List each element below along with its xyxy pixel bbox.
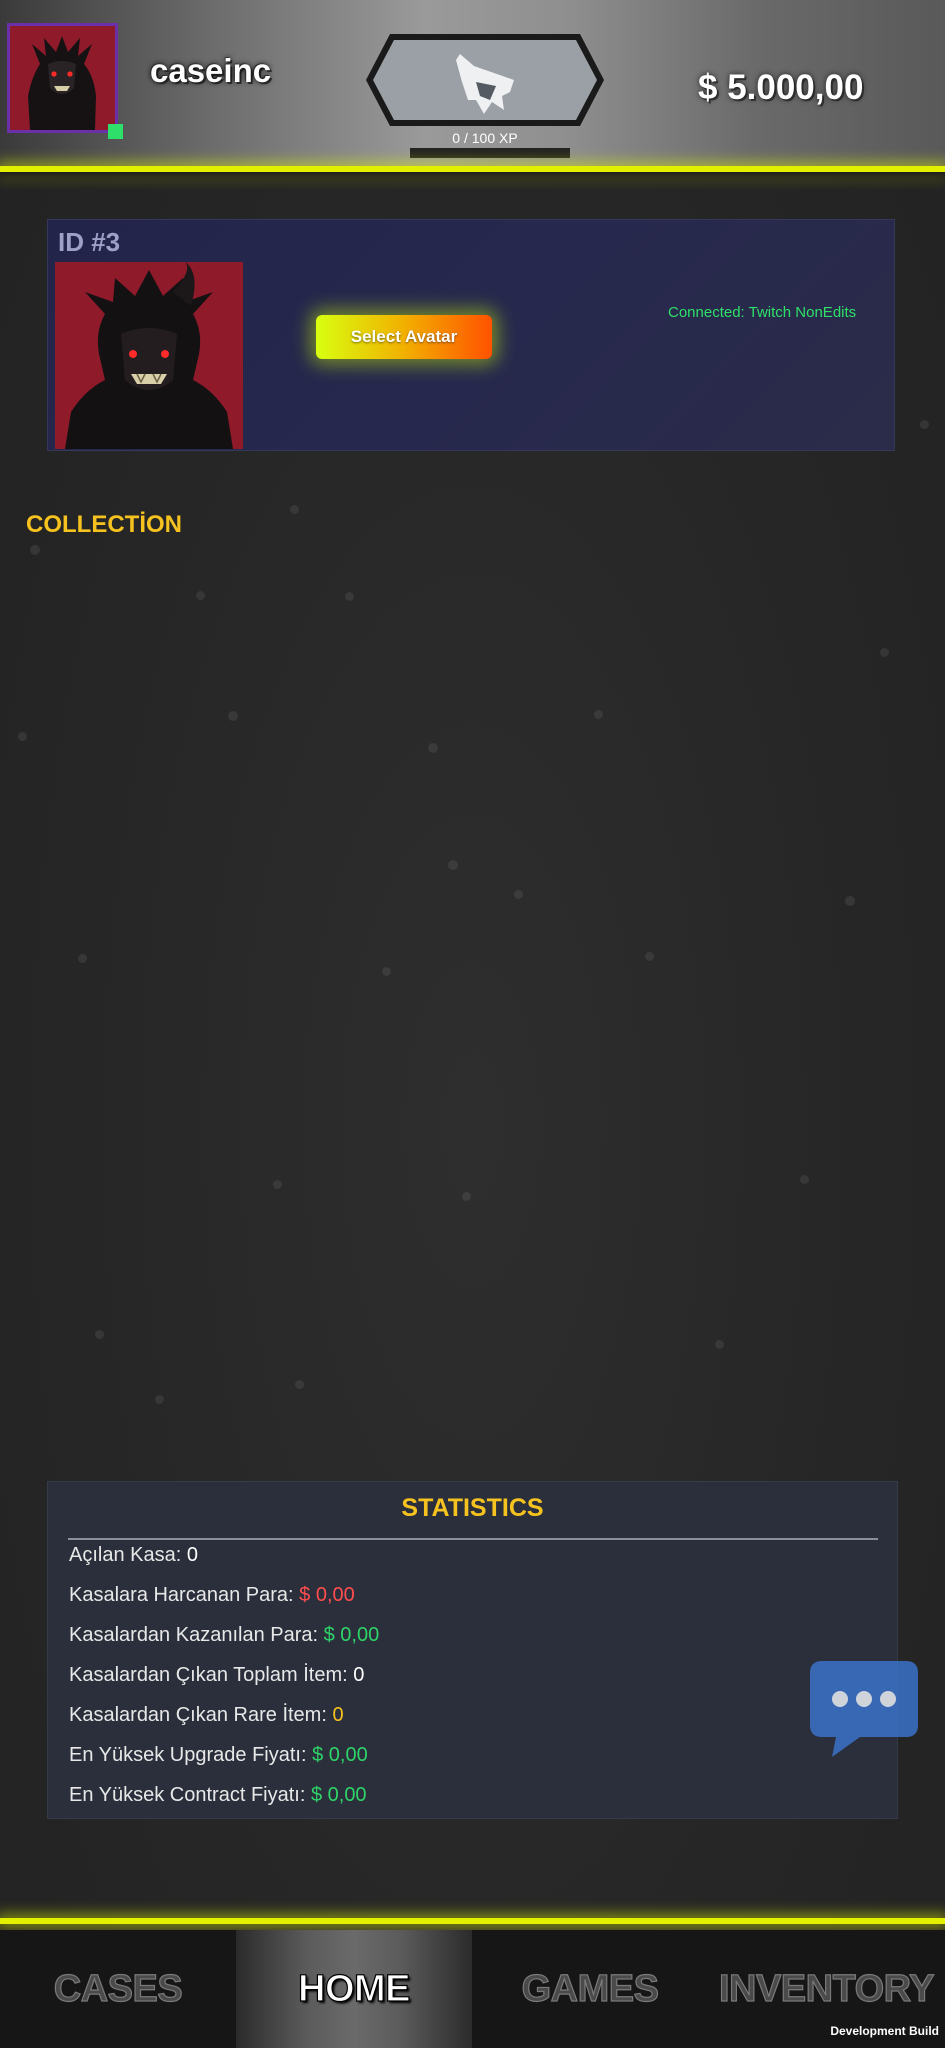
dust-particle: [228, 711, 238, 721]
chat-button[interactable]: [808, 1659, 920, 1759]
nav-divider: [0, 1918, 945, 1924]
development-build-label: Development Build: [830, 2024, 939, 2038]
dust-particle: [462, 1192, 471, 1201]
username: caseinc: [150, 52, 272, 89]
dust-particle: [800, 1175, 809, 1184]
wolf-rank-icon: [366, 34, 604, 126]
stat-label: En Yüksek Contract Fiyatı:: [69, 1784, 311, 1806]
stat-highest-contract: En Yüksek Contract Fiyatı: $ 0,00: [69, 1784, 367, 1807]
statistics-panel: STATISTICS Açılan Kasa: 0 Kasalara Harca…: [47, 1481, 898, 1819]
dust-particle: [845, 896, 855, 906]
statistics-divider: [68, 1538, 878, 1540]
dust-particle: [715, 1340, 724, 1349]
demon-avatar-icon: [55, 262, 243, 449]
stat-label: Kasalardan Kazanılan Para:: [69, 1624, 324, 1646]
user-avatar[interactable]: [7, 23, 118, 133]
dust-particle: [18, 732, 27, 741]
dust-particle: [95, 1330, 104, 1339]
stat-label: Açılan Kasa:: [69, 1544, 187, 1566]
stat-money-spent: Kasalara Harcanan Para: $ 0,00: [69, 1584, 355, 1607]
stat-value: $ 0,00: [312, 1744, 368, 1766]
dust-particle: [645, 952, 654, 961]
stat-value: 0: [353, 1664, 365, 1686]
stat-value: $ 0,00: [299, 1584, 355, 1606]
dust-particle: [30, 545, 40, 555]
nav-tab-cases[interactable]: CASES: [0, 1930, 236, 2048]
stat-label: En Yüksek Upgrade Fiyatı:: [69, 1744, 313, 1766]
nav-tab-games[interactable]: GAMES: [472, 1930, 708, 2048]
header-shadow: [0, 172, 945, 186]
stat-label: Kasalardan Çıkan Rare İtem:: [69, 1704, 333, 1726]
demon-avatar-icon: [10, 26, 115, 130]
dust-particle: [594, 710, 603, 719]
dust-particle: [514, 890, 523, 899]
chat-bubble-icon: [810, 1661, 918, 1757]
dust-particle: [428, 743, 438, 753]
xp-label: 0 / 100 XP: [452, 130, 518, 146]
online-status-indicator: [108, 124, 123, 139]
select-avatar-button[interactable]: Select Avatar: [316, 315, 492, 359]
balance: $ 5.000,00: [698, 68, 864, 107]
dust-particle: [290, 505, 299, 514]
dust-particle: [273, 1180, 282, 1189]
collection-title: COLLECTİON: [26, 511, 182, 538]
dust-particle: [448, 860, 458, 870]
rank-badge[interactable]: [364, 30, 606, 130]
stat-value: $ 0,00: [323, 1624, 380, 1646]
xp-progress-bar: [410, 148, 570, 158]
stat-value: 0: [332, 1704, 344, 1726]
dust-particle: [196, 591, 205, 600]
stat-money-won: Kasalardan Kazanılan Para: $ 0,00: [69, 1624, 379, 1647]
profile-avatar: [55, 262, 243, 449]
home-screen: caseinc 0 / 100 XP $ 5.000,00 ID #3 Sele…: [0, 0, 945, 2048]
statistics-title: STATISTICS: [401, 1494, 544, 1522]
bottom-nav: CASES HOME GAMES INVENTORY Development B…: [0, 1930, 945, 2048]
dust-particle: [155, 1395, 164, 1404]
dust-particle: [295, 1380, 304, 1389]
profile-id: ID #3: [58, 227, 121, 257]
connection-status: Connected: Twitch NonEdits: [668, 304, 857, 321]
dust-particle: [382, 967, 391, 976]
dust-particle: [78, 954, 87, 963]
stat-highest-upgrade: En Yüksek Upgrade Fiyatı: $ 0,00: [69, 1744, 368, 1767]
nav-tab-home[interactable]: HOME: [236, 1930, 472, 2048]
dust-particle: [920, 420, 929, 429]
stat-label: Kasalara Harcanan Para:: [69, 1584, 300, 1606]
stat-rare-items: Kasalardan Çıkan Rare İtem: 0: [69, 1704, 344, 1727]
stat-total-items: Kasalardan Çıkan Toplam İtem: 0: [69, 1664, 364, 1687]
dust-particle: [345, 592, 354, 601]
stat-value: 0: [186, 1544, 198, 1566]
profile-card: ID #3 Select Avatar Connected: Twitch No…: [47, 219, 895, 451]
dust-particle: [880, 648, 889, 657]
stat-label: Kasalardan Çıkan Toplam İtem:: [69, 1664, 354, 1686]
stat-opened-cases: Açılan Kasa: 0: [69, 1544, 198, 1567]
stat-value: $ 0,00: [310, 1784, 367, 1806]
